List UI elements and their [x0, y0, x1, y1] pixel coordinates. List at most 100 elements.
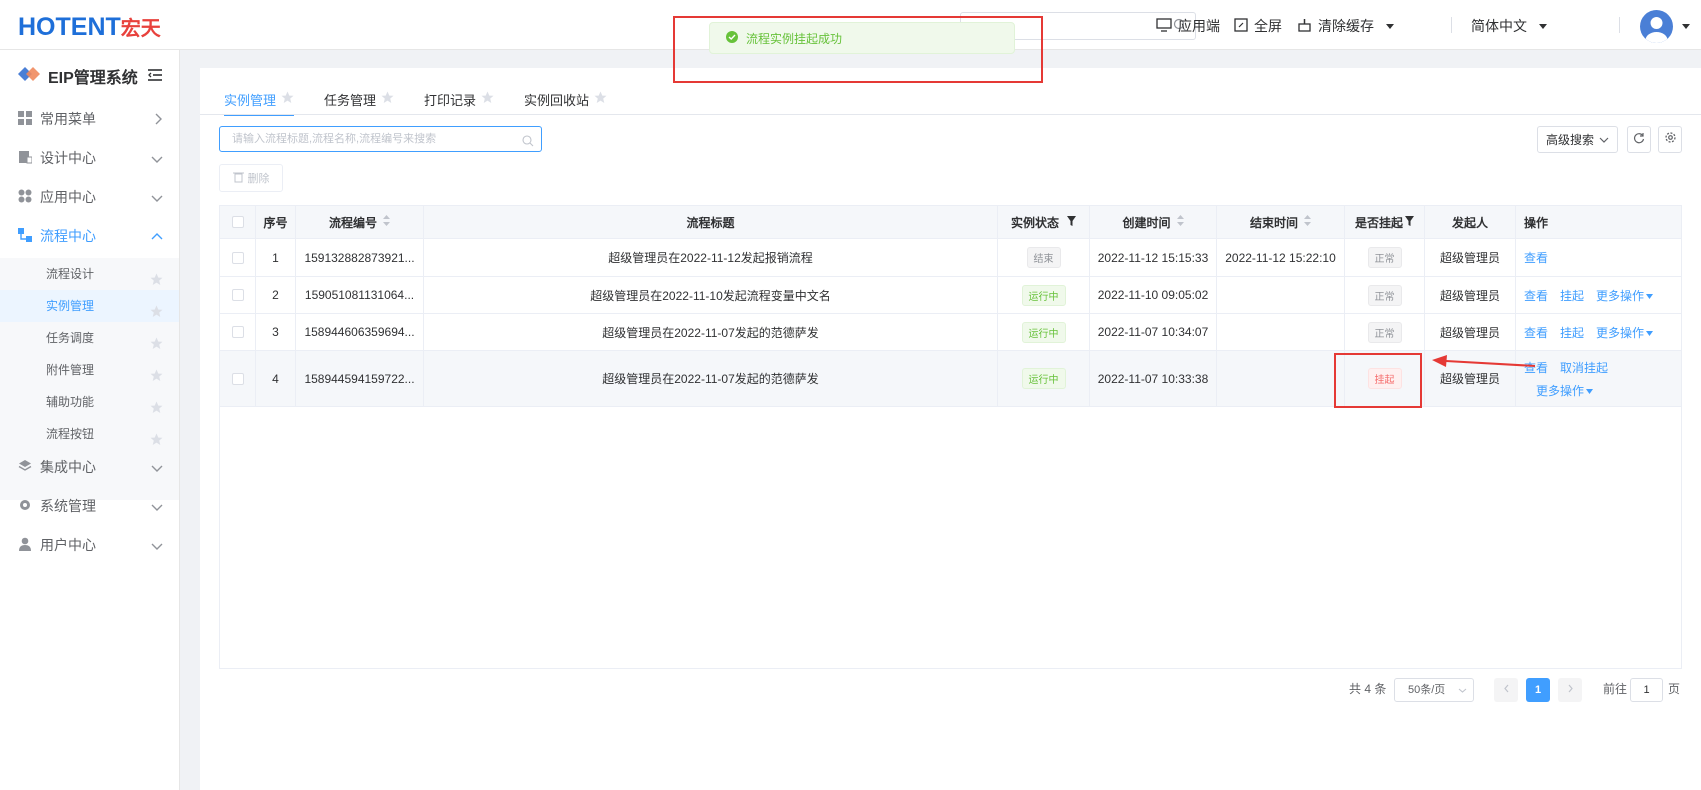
col-title: 流程标题 [424, 206, 998, 238]
trash-icon [232, 171, 244, 186]
status-badge: 运行中 [1021, 321, 1066, 343]
fullscreen-button[interactable]: 全屏 [1234, 16, 1282, 36]
menu-integration[interactable]: 集成中心 [0, 448, 179, 486]
divider [1451, 17, 1452, 33]
chevron-down-icon [151, 538, 163, 554]
col-actions: 操作 [1524, 215, 1549, 230]
status-badge: 运行中 [1021, 284, 1066, 306]
caret-down-icon[interactable] [1586, 383, 1594, 397]
chevron-down-icon [1539, 23, 1547, 29]
refresh-button[interactable] [1627, 126, 1651, 153]
suspend-link[interactable]: 挂起 [1560, 324, 1584, 341]
more-actions-link[interactable]: 更多操作 [1596, 287, 1644, 304]
tab-print-record[interactable]: 打印记录 [424, 84, 494, 114]
row-initiator: 超级管理员 [1425, 239, 1516, 276]
page-size-select[interactable]: 50条/页 [1394, 678, 1474, 702]
view-link[interactable]: 查看 [1524, 249, 1548, 266]
menu-common[interactable]: 常用菜单 [0, 100, 179, 138]
next-page-button[interactable] [1558, 678, 1582, 702]
chevron-down-icon [151, 151, 163, 167]
caret-down-icon[interactable] [1646, 288, 1654, 302]
view-link[interactable]: 查看 [1524, 287, 1548, 304]
monitor-icon [1156, 17, 1172, 35]
avatar[interactable] [1640, 10, 1673, 43]
star-icon[interactable] [481, 91, 494, 107]
menu-user[interactable]: 用户中心 [0, 526, 179, 564]
tab-instance-manage[interactable]: 实例管理 [224, 84, 295, 116]
sort-icon [383, 215, 390, 229]
chevron-left-icon [1503, 684, 1510, 696]
row-index: 3 [256, 314, 296, 350]
refresh-icon [1633, 131, 1645, 149]
clear-cache-button[interactable]: 清除缓存 [1297, 16, 1394, 36]
prev-page-button[interactable] [1494, 678, 1518, 702]
menu-design[interactable]: 设计中心 [0, 139, 179, 177]
select-all-checkbox[interactable] [231, 216, 244, 228]
menu-system[interactable]: 系统管理 [0, 487, 179, 525]
submenu-attachment[interactable]: 附件管理 [0, 354, 179, 386]
chevron-down-icon [1386, 23, 1394, 29]
submenu-flow-button[interactable]: 流程按钮 [0, 418, 179, 450]
row-checkbox[interactable] [231, 326, 244, 338]
row-checkbox[interactable] [231, 251, 244, 264]
caret-down-icon[interactable] [1646, 325, 1654, 339]
chevron-down-icon[interactable] [1682, 24, 1690, 29]
goto-label: 前往 [1603, 682, 1628, 696]
row-index: 4 [256, 351, 296, 406]
row-checkbox[interactable] [231, 289, 244, 301]
table-header: 序号 流程编号 流程标题 实例状态 创建时间 结束时间 是否挂起 发起人 操作 [220, 206, 1681, 239]
tab-recycle-bin[interactable]: 实例回收站 [524, 84, 607, 114]
delete-button[interactable]: 删除 [219, 164, 283, 192]
submenu-task-schedule[interactable]: 任务调度 [0, 322, 179, 354]
row-title: 超级管理员在2022-11-12发起报销流程 [424, 239, 998, 276]
row-code: 159051081131064... [296, 277, 424, 313]
col-status[interactable]: 实例状态 [998, 206, 1090, 238]
submenu-instance-manage[interactable]: 实例管理 [0, 290, 179, 322]
filter-icon[interactable] [1405, 215, 1414, 229]
row-checkbox[interactable] [231, 372, 244, 385]
page-number-button[interactable]: 1 [1526, 678, 1550, 702]
menu-app[interactable]: 应用中心 [0, 178, 179, 216]
design-icon [18, 150, 33, 167]
star-icon[interactable] [281, 91, 294, 107]
menu-flow[interactable]: 流程中心 [0, 217, 179, 255]
sidebar: EIP管理系统 常用菜单 设计中心 应用中心 流程中心 流程设计 实例管理 任务… [0, 50, 180, 790]
submenu-flow-design[interactable]: 流程设计 [0, 258, 179, 290]
tab-bar: 实例管理 任务管理 打印记录 实例回收站 [224, 84, 637, 116]
more-actions-link[interactable]: 更多操作 [1536, 382, 1584, 399]
gear-icon [1664, 131, 1677, 149]
col-created[interactable]: 创建时间 [1090, 206, 1217, 238]
menu-fold-icon[interactable] [148, 68, 162, 86]
row-code: 158944606359694... [296, 314, 424, 350]
sort-icon [1304, 215, 1311, 229]
filter-icon[interactable] [1067, 215, 1076, 229]
settings-button[interactable] [1658, 126, 1682, 153]
col-ended[interactable]: 结束时间 [1217, 206, 1345, 238]
search-icon[interactable] [522, 132, 534, 156]
divider [1619, 17, 1620, 33]
client-button[interactable]: 应用端 [1156, 16, 1220, 36]
suspend-link[interactable]: 挂起 [1560, 287, 1584, 304]
annotation-arrow-icon [1432, 355, 1536, 367]
more-actions-link[interactable]: 更多操作 [1596, 324, 1644, 341]
cancel-suspend-link[interactable]: 取消挂起 [1560, 359, 1608, 376]
chevron-down-icon [151, 190, 163, 206]
language-select[interactable]: 简体中文 [1471, 16, 1547, 36]
row-initiator: 超级管理员 [1425, 314, 1516, 350]
tab-task-manage[interactable]: 任务管理 [324, 84, 394, 114]
advanced-search-button[interactable]: 高级搜索 [1537, 126, 1618, 153]
star-icon[interactable] [381, 91, 394, 107]
row-ended [1217, 314, 1345, 350]
table-row: 3 158944606359694... 超级管理员在2022-11-07发起的… [220, 314, 1681, 351]
chevron-down-icon [151, 499, 163, 515]
col-code[interactable]: 流程编号 [296, 206, 424, 238]
view-link[interactable]: 查看 [1524, 324, 1548, 341]
col-suspended[interactable]: 是否挂起 [1345, 206, 1425, 238]
instance-search-input[interactable]: 请输入流程标题,流程名称,流程编号来搜索 [219, 126, 542, 152]
col-initiator: 发起人 [1425, 206, 1516, 238]
submenu-auxiliary[interactable]: 辅助功能 [0, 386, 179, 418]
goto-page-input[interactable]: 1 [1630, 678, 1663, 702]
star-icon[interactable] [594, 91, 607, 107]
row-index: 2 [256, 277, 296, 313]
status-badge: 结束 [1026, 247, 1061, 268]
